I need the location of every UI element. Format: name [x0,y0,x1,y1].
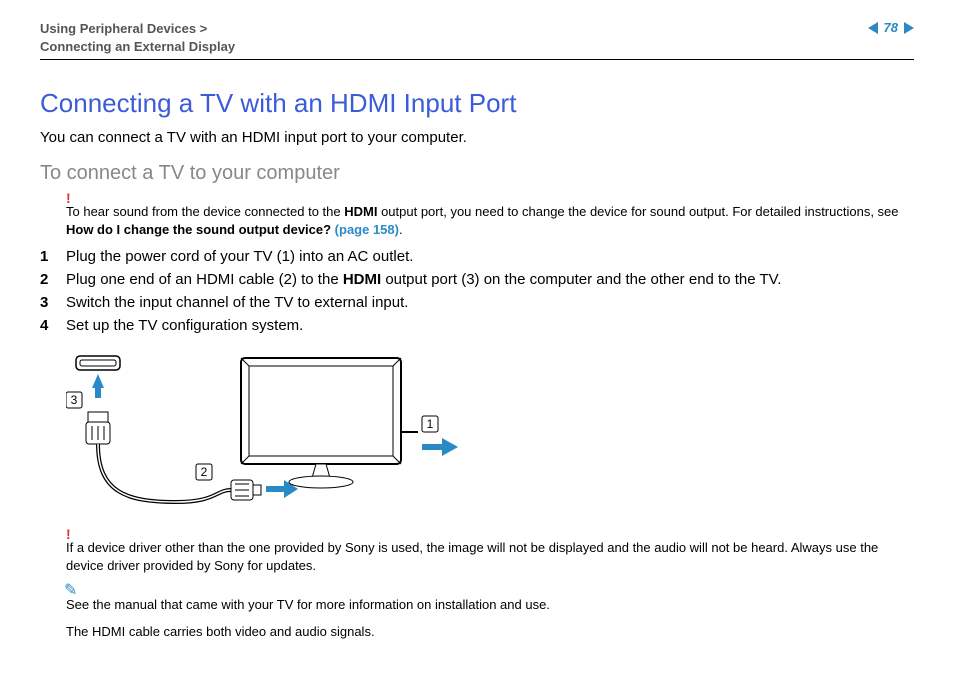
closing-text: The HDMI cable carries both video and au… [40,624,914,639]
page-header: Using Peripheral Devices > Connecting an… [40,20,914,60]
tip-manual: See the manual that came with your TV fo… [40,596,914,614]
step-item: 3 Switch the input channel of the TV to … [40,294,914,311]
next-page-icon[interactable] [904,22,914,34]
breadcrumb-line1: Using Peripheral Devices > [40,21,207,36]
warning1-xref-link[interactable]: (page 158) [335,222,399,237]
step-text: Plug one end of an HDMI cable (2) to the… [66,271,781,288]
page-title: Connecting a TV with an HDMI Input Port [40,88,914,119]
diagram-label-2: 2 [201,465,208,479]
page-number: 78 [884,20,898,35]
hdmi-connector-icon [231,480,261,500]
arrow-right-icon [442,438,458,456]
step-number: 4 [40,317,66,334]
intro-text: You can connect a TV with an HDMI input … [40,129,914,146]
warning1-post: . [399,222,403,237]
arrow-up-icon [92,374,104,388]
step-text: Plug the power cord of your TV (1) into … [66,248,413,265]
step-item: 2 Plug one end of an HDMI cable (2) to t… [40,271,914,288]
warning1-bold-howto: How do I change the sound output device? [66,222,335,237]
warning1-bold-hdmi: HDMI [344,204,377,219]
page-container: Using Peripheral Devices > Connecting an… [0,0,954,669]
warning1-pre: To hear sound from the device connected … [66,204,344,219]
diagram-label-3: 3 [71,393,78,407]
breadcrumb-line2: Connecting an External Display [40,39,235,54]
hdmi-port-icon [76,356,120,370]
prev-page-icon[interactable] [868,22,878,34]
warning-sound-output: To hear sound from the device connected … [40,203,914,238]
tv-icon [241,358,401,488]
step-item: 1 Plug the power cord of your TV (1) int… [40,248,914,265]
step-item: 4 Set up the TV configuration system. [40,317,914,334]
step-text: Set up the TV configuration system. [66,317,303,334]
step-number: 2 [40,271,66,288]
step-number: 3 [40,294,66,311]
steps-list: 1 Plug the power cord of your TV (1) int… [40,248,914,334]
page-nav: 78 [868,20,914,35]
warning1-mid: output port, you need to change the devi… [377,204,898,219]
hdmi-connector-icon [86,412,110,444]
breadcrumb: Using Peripheral Devices > Connecting an… [40,20,235,55]
warning-driver: If a device driver other than the one pr… [40,539,914,574]
diagram-label-1: 1 [427,417,434,431]
step-number: 1 [40,248,66,265]
connection-diagram: 3 2 [66,352,466,512]
step-text: Switch the input channel of the TV to ex… [66,294,408,311]
section-subtitle: To connect a TV to your computer [40,162,914,185]
